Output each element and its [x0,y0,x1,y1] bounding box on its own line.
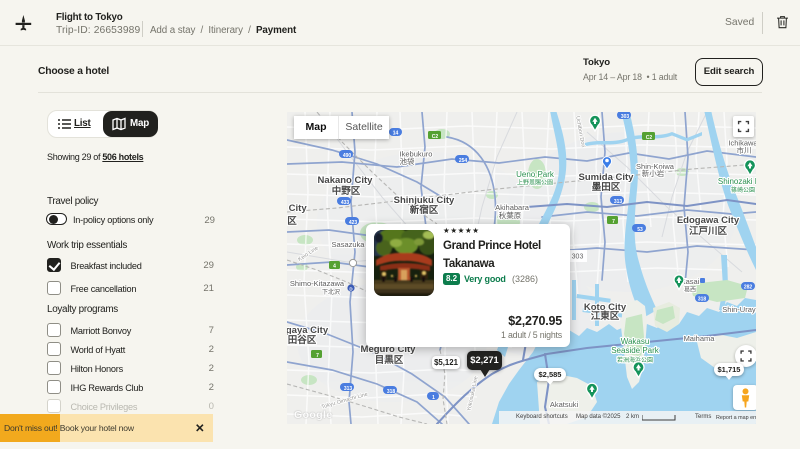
svg-text:新宿区: 新宿区 [410,204,439,216]
svg-text:目黒区: 目黒区 [375,355,404,366]
svg-text:Seaside Park: Seaside Park [611,346,660,355]
svg-text:303: 303 [572,254,584,261]
svg-text:7: 7 [612,219,615,225]
svg-text:Nakano City: Nakano City [318,175,374,186]
svg-text:313: 313 [344,386,353,392]
svg-text:墨田区: 墨田区 [592,182,621,193]
svg-text:中野区: 中野区 [332,185,361,197]
svg-text:上野恩賜公園: 上野恩賜公園 [517,179,553,187]
svg-text:C2: C2 [432,134,439,140]
svg-text:江東区: 江東区 [591,310,620,322]
svg-text:秋葉原: 秋葉原 [499,210,522,220]
svg-text:下北沢: 下北沢 [322,288,340,296]
svg-text:4: 4 [333,264,336,270]
svg-text:7: 7 [316,353,319,359]
svg-text:Shimo-Kitazawa: Shimo-Kitazawa [290,279,345,288]
svg-text:313: 313 [614,199,623,205]
svg-text:14: 14 [393,131,399,137]
svg-text:Sasazuka: Sasazuka [332,240,366,249]
svg-text:江戸川区: 江戸川区 [689,225,728,237]
svg-text:Wakasu: Wakasu [621,337,650,346]
svg-text:Shinozaki P: Shinozaki P [718,177,756,186]
svg-text:池袋: 池袋 [400,156,415,166]
svg-text:市川: 市川 [737,145,752,155]
svg-text:254: 254 [459,158,468,164]
svg-text:433: 433 [341,200,350,206]
svg-text:Shin-Urayasu: Shin-Urayasu [722,305,756,314]
svg-text:303: 303 [621,114,630,120]
svg-text:318: 318 [387,389,396,395]
svg-text:i City: i City [287,203,307,214]
svg-text:Edogawa City: Edogawa City [677,215,740,226]
svg-text:1: 1 [432,395,435,401]
svg-text:葛西: 葛西 [684,286,696,294]
svg-text:田谷区: 田谷区 [288,334,317,346]
svg-text:新小岩: 新小岩 [642,168,665,178]
svg-text:423: 423 [349,220,358,226]
svg-text:282: 282 [744,285,753,291]
svg-text:篠崎公園: 篠崎公園 [731,186,755,194]
svg-text:490: 490 [343,153,352,159]
svg-text:Maihama: Maihama [684,334,716,343]
svg-text:53: 53 [637,227,643,233]
svg-text:C2: C2 [646,135,653,141]
svg-text:Akatsuki: Akatsuki [550,400,579,409]
svg-text:318: 318 [698,297,707,303]
svg-text:Ueno Park: Ueno Park [516,170,555,179]
svg-text:区: 区 [287,216,297,227]
